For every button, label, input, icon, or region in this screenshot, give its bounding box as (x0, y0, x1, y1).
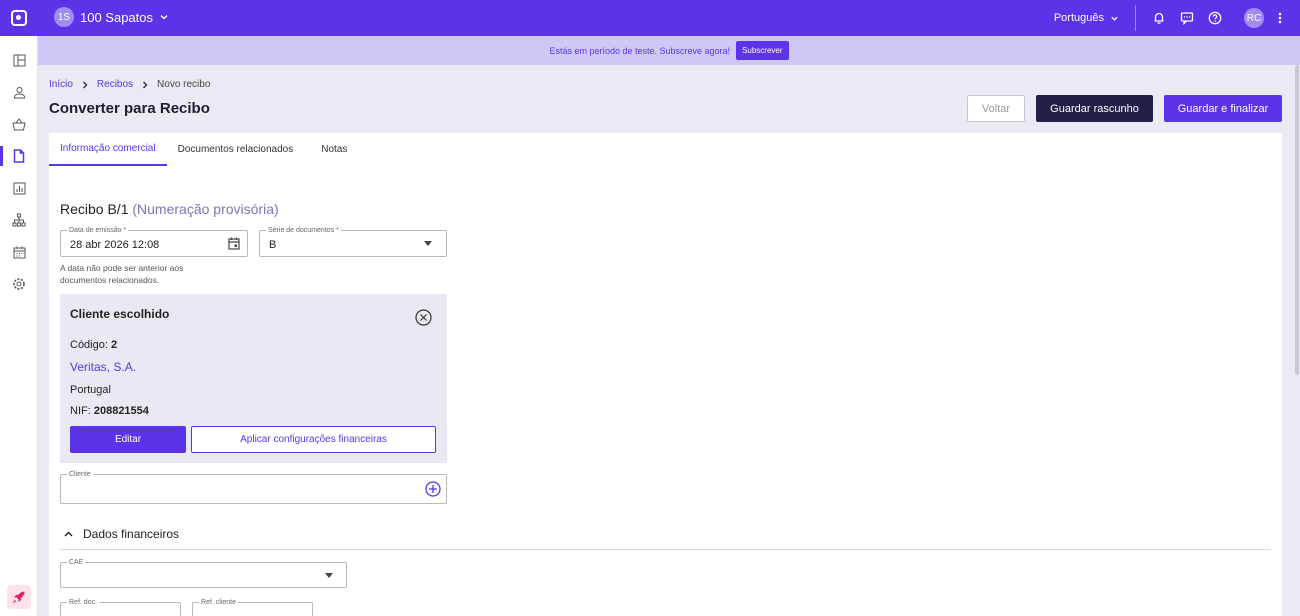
dropdown-arrow-icon (424, 231, 432, 256)
top-bar: 1S 100 Sapatos Português RC (0, 0, 1300, 36)
trial-banner: Estás em período de teste. Subscreve ago… (38, 36, 1300, 65)
sidebar-item-organization[interactable] (0, 204, 38, 236)
user-avatar[interactable]: RC (1244, 8, 1264, 28)
chevron-down-icon (159, 12, 169, 22)
sidebar-item-products[interactable] (0, 108, 38, 140)
hierarchy-icon (12, 213, 26, 227)
calendar-icon (13, 246, 26, 259)
tab-commercial-info[interactable]: Informação comercial (49, 133, 167, 166)
sidebar-item-reports[interactable] (0, 172, 38, 204)
chevron-down-icon (1110, 14, 1119, 23)
dropdown-arrow-icon (325, 563, 333, 587)
dashboard-icon (13, 54, 26, 67)
app-logo-icon[interactable] (0, 0, 38, 36)
company-switcher[interactable]: 1S 100 Sapatos (54, 7, 169, 27)
ref-client-label: Ref. cliente (199, 598, 239, 607)
chosen-client-panel: Cliente escolhido Código: 2 Veritas, S.A… (60, 294, 447, 463)
sidebar-item-calendar[interactable] (0, 236, 38, 268)
page-scrollbar[interactable] (1294, 65, 1300, 616)
financial-data-section-toggle[interactable]: Dados financeiros (60, 527, 1271, 550)
document-series-value: B (269, 239, 277, 251)
language-label: Português (1053, 12, 1104, 24)
rocket-icon[interactable] (7, 585, 31, 609)
sidebar (0, 36, 38, 616)
chart-icon (13, 182, 26, 195)
breadcrumb: Início Recibos Novo recibo (49, 79, 210, 90)
client-code-label: Código: (70, 339, 108, 351)
client-code: Código: 2 (70, 339, 117, 351)
company-name: 100 Sapatos (80, 9, 154, 25)
tab-bar: Informação comercial Documentos relacion… (49, 133, 358, 166)
divider (1135, 5, 1136, 31)
document-series-label: Série de documentos * (266, 226, 341, 235)
client-nif: NIF: 208821554 (70, 405, 149, 417)
client-field[interactable]: Cliente (60, 470, 447, 504)
tab-related-documents[interactable]: Documentos relacionados (167, 133, 305, 166)
edit-client-button[interactable]: Editar (70, 426, 186, 453)
help-icon[interactable] (1208, 11, 1222, 25)
subscribe-button[interactable]: Subscrever (736, 41, 789, 60)
ref-client-field[interactable]: Ref. cliente (192, 598, 313, 616)
issue-date-label: Data de emissão * (67, 226, 129, 235)
chat-icon[interactable] (1180, 11, 1194, 25)
form-card: Informação comercial Documentos relacion… (49, 133, 1282, 616)
client-nif-label: NIF: (70, 405, 91, 417)
language-selector[interactable]: Português (1054, 12, 1119, 24)
trial-message: Estás em período de teste. Subscreve ago… (549, 45, 731, 56)
chevron-up-icon (64, 531, 73, 537)
issue-date-value: 28 abr 2026 12:08 (70, 239, 160, 251)
sidebar-item-contacts[interactable] (0, 76, 38, 108)
cae-select[interactable]: CAE (60, 558, 347, 588)
chosen-client-title: Cliente escolhido (70, 307, 170, 321)
date-hint: A data não pode ser anterior aos documen… (60, 263, 184, 285)
apply-financial-settings-button[interactable]: Aplicar configurações financeiras (191, 426, 436, 453)
page-actions: Voltar Guardar rascunho Guardar e finali… (967, 95, 1282, 122)
save-finalize-button[interactable]: Guardar e finalizar (1164, 95, 1282, 122)
calendar-icon[interactable] (228, 231, 240, 256)
close-circle-icon[interactable] (415, 309, 432, 331)
chevron-right-icon (81, 81, 89, 89)
add-circle-icon[interactable] (425, 475, 441, 503)
user-icon (13, 86, 26, 99)
cae-label: CAE (67, 558, 86, 567)
more-vertical-icon[interactable] (1278, 12, 1282, 24)
document-number: Recibo B/1 (60, 201, 129, 217)
save-draft-button[interactable]: Guardar rascunho (1036, 95, 1153, 122)
ref-doc-field[interactable]: Ref. doc. (60, 598, 181, 616)
document-icon (13, 149, 25, 163)
chevron-right-icon (141, 81, 149, 89)
sidebar-item-settings[interactable] (0, 268, 38, 300)
financial-data-title: Dados financeiros (83, 527, 180, 541)
scrollbar-thumb[interactable] (1295, 65, 1299, 375)
breadcrumb-current: Novo recibo (157, 79, 211, 90)
breadcrumb-home[interactable]: Início (49, 79, 73, 90)
back-button[interactable]: Voltar (967, 95, 1025, 122)
client-name-link[interactable]: Veritas, S.A. (70, 360, 136, 374)
ref-doc-label: Ref. doc. (67, 598, 100, 607)
gear-icon (12, 277, 26, 291)
document-title: Recibo B/1 (Numeração provisória) (60, 201, 279, 217)
basket-icon (12, 117, 26, 131)
client-field-label: Cliente (67, 470, 93, 479)
sidebar-item-dashboard[interactable] (0, 44, 38, 76)
sidebar-item-documents[interactable] (0, 140, 38, 172)
client-country: Portugal (70, 384, 111, 396)
client-code-value: 2 (110, 339, 118, 351)
tab-notes[interactable]: Notas (304, 133, 358, 166)
bell-icon[interactable] (1152, 11, 1166, 25)
breadcrumb-receipts[interactable]: Recibos (97, 79, 133, 90)
issue-date-field[interactable]: Data de emissão * 28 abr 2026 12:08 (60, 226, 248, 257)
company-avatar: 1S (54, 7, 74, 27)
provisional-numbering-note: (Numeração provisória) (132, 201, 279, 217)
client-nif-value: 208821554 (93, 405, 149, 417)
document-series-select[interactable]: Série de documentos * B (259, 226, 447, 257)
page-title: Converter para Recibo (49, 100, 210, 117)
